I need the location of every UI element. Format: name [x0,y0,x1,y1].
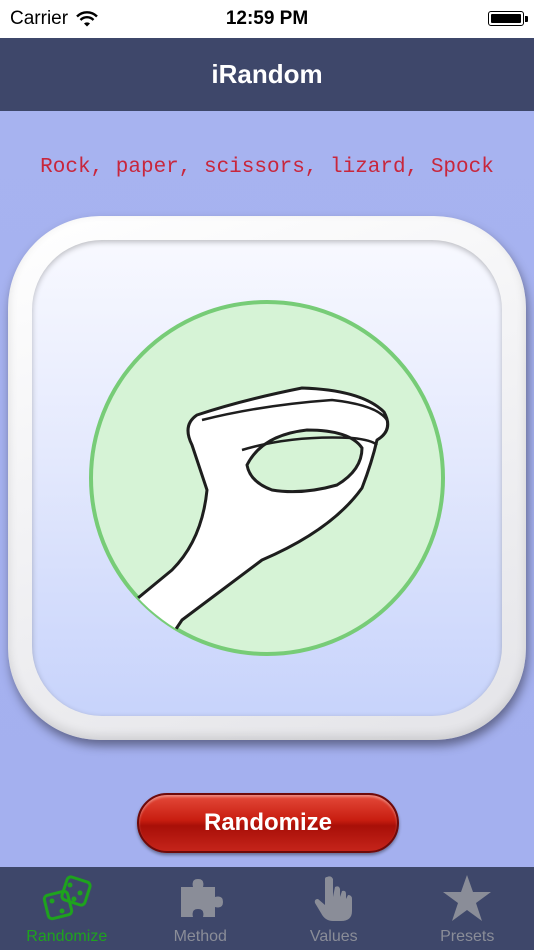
result-text: Rock, paper, scissors, lizard, Spock [40,156,494,179]
star-icon [443,875,492,921]
tab-values[interactable]: Values [267,867,401,950]
tab-presets-label: Presets [440,928,495,945]
tab-bar: Randomize Method Values Presets [0,867,534,950]
nav-bar: iRandom [0,38,534,111]
tab-randomize[interactable]: Randomize [0,867,134,950]
tab-values-label: Values [309,928,358,945]
battery-icon [488,11,528,26]
tab-randomize-label: Randomize [26,928,108,945]
puzzle-icon [181,879,224,917]
tab-method[interactable]: Method [134,867,268,950]
pointing-hand-icon [314,876,352,921]
result-card [8,216,526,740]
lizard-hand-icon [89,300,445,656]
status-bar: Carrier 12:59 PM [0,0,534,38]
tab-method-label: Method [173,928,227,945]
status-time: 12:59 PM [225,8,309,29]
randomize-button-label: Randomize [203,809,332,836]
tab-presets[interactable]: Presets [401,867,534,950]
randomize-button[interactable]: Randomize [137,793,399,853]
main-area: Rock, paper, scissors, lizard, Spock Ran… [0,111,534,867]
dice-icon [42,875,92,921]
app-title: iRandom [211,59,323,89]
result-card-inner [32,240,502,716]
